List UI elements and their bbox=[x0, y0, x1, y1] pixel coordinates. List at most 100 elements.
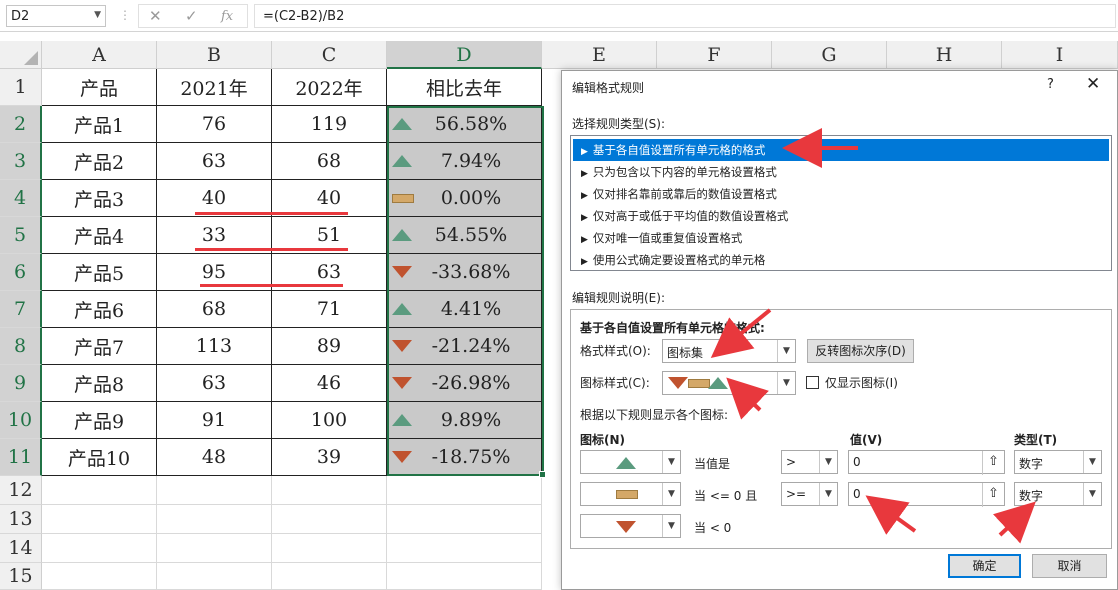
name-box[interactable]: D2 ▼ bbox=[6, 5, 106, 27]
rule-type-list[interactable]: ▶ 基于各自值设置所有单元格的格式 ▶ 只为包含以下内容的单元格设置格式 ▶ 仅对排名… bbox=[570, 135, 1112, 271]
table-cell[interactable]: 54.55% bbox=[387, 217, 542, 254]
table-cell[interactable]: 产品5 bbox=[42, 254, 157, 291]
column-header-e[interactable]: E bbox=[542, 41, 657, 69]
chevron-down-icon[interactable]: ▼ bbox=[777, 372, 795, 394]
table-cell[interactable]: -33.68% bbox=[387, 254, 542, 291]
table-cell[interactable]: 9.89% bbox=[387, 402, 542, 439]
table-cell[interactable]: 91 bbox=[157, 402, 272, 439]
row-header-9[interactable]: 9 bbox=[0, 365, 42, 402]
table-cell[interactable]: 产品6 bbox=[42, 291, 157, 328]
table-cell[interactable]: 0.00% bbox=[387, 180, 542, 217]
table-cell[interactable]: 产品8 bbox=[42, 365, 157, 402]
table-cell[interactable] bbox=[272, 534, 387, 563]
reverse-icon-order-button[interactable]: 反转图标次序(D) bbox=[807, 339, 914, 363]
table-cell[interactable]: 46 bbox=[272, 365, 387, 402]
rule-type-item[interactable]: ▶ 基于各自值设置所有单元格的格式 bbox=[573, 139, 1109, 161]
table-cell[interactable]: 产品10 bbox=[42, 439, 157, 476]
rule-icon-select[interactable]: ▼ bbox=[580, 482, 681, 506]
row-header-14[interactable]: 14 bbox=[0, 534, 42, 563]
table-cell[interactable] bbox=[157, 505, 272, 534]
rule-type-item[interactable]: ▶ 仅对排名靠前或靠后的数值设置格式 bbox=[573, 183, 1109, 205]
select-all-button[interactable] bbox=[0, 41, 42, 69]
table-cell[interactable]: 48 bbox=[157, 439, 272, 476]
row-header-12[interactable]: 12 bbox=[0, 476, 42, 505]
cancel-icon[interactable]: ✕ bbox=[149, 7, 162, 25]
row-header-10[interactable]: 10 bbox=[0, 402, 42, 439]
table-cell[interactable]: 100 bbox=[272, 402, 387, 439]
rule-type-item[interactable]: ▶ 仅对唯一值或重复值设置格式 bbox=[573, 227, 1109, 249]
format-style-select[interactable]: 图标集 ▼ bbox=[662, 339, 796, 363]
chevron-down-icon[interactable]: ▼ bbox=[662, 451, 680, 473]
table-cell[interactable] bbox=[157, 563, 272, 590]
table-cell[interactable]: 63 bbox=[157, 143, 272, 180]
rule-type-item[interactable]: ▶ 使用公式确定要设置格式的单元格 bbox=[573, 249, 1109, 271]
upload-icon[interactable]: ⇧ bbox=[982, 483, 1004, 507]
chevron-down-icon[interactable]: ▼ bbox=[662, 515, 680, 537]
column-header-h[interactable]: H bbox=[887, 41, 1002, 69]
table-cell[interactable] bbox=[387, 563, 542, 590]
rule-icon-select[interactable]: ▼ bbox=[580, 450, 681, 474]
table-cell[interactable] bbox=[387, 476, 542, 505]
table-cell[interactable] bbox=[272, 505, 387, 534]
close-icon[interactable]: ✕ bbox=[1086, 74, 1100, 94]
column-header-a[interactable]: A bbox=[42, 41, 157, 69]
table-cell[interactable]: 7.94% bbox=[387, 143, 542, 180]
chevron-down-icon[interactable]: ▼ bbox=[662, 483, 680, 505]
table-cell[interactable]: 68 bbox=[272, 143, 387, 180]
chevron-down-icon[interactable]: ▼ bbox=[94, 10, 101, 20]
column-header-f[interactable]: F bbox=[657, 41, 772, 69]
column-header-g[interactable]: G bbox=[772, 41, 887, 69]
cancel-button[interactable]: 取消 bbox=[1032, 554, 1107, 578]
table-cell[interactable] bbox=[157, 534, 272, 563]
table-cell[interactable]: -26.98% bbox=[387, 365, 542, 402]
type-select[interactable]: 数字 ▼ bbox=[1014, 450, 1102, 474]
column-header-i[interactable]: I bbox=[1002, 41, 1118, 69]
table-cell[interactable]: 产品 bbox=[42, 69, 157, 106]
formula-input[interactable]: =(C2-B2)/B2 bbox=[254, 4, 1116, 28]
table-cell[interactable]: 71 bbox=[272, 291, 387, 328]
row-header-6[interactable]: 6 bbox=[0, 254, 42, 291]
chevron-down-icon[interactable]: ▼ bbox=[1083, 483, 1101, 505]
table-cell[interactable] bbox=[387, 534, 542, 563]
table-cell[interactable]: -18.75% bbox=[387, 439, 542, 476]
table-cell[interactable]: 产品9 bbox=[42, 402, 157, 439]
table-cell[interactable]: 39 bbox=[272, 439, 387, 476]
table-cell[interactable] bbox=[272, 563, 387, 590]
fill-handle[interactable] bbox=[539, 471, 546, 478]
rule-icon-select[interactable]: ▼ bbox=[580, 514, 681, 538]
column-header-c[interactable]: C bbox=[272, 41, 387, 69]
row-header-1[interactable]: 1 bbox=[0, 69, 42, 106]
enter-icon[interactable]: ✓ bbox=[185, 7, 198, 25]
operator-select[interactable]: >= ▼ bbox=[781, 482, 838, 506]
show-icon-only-checkbox[interactable] bbox=[806, 376, 819, 389]
table-cell[interactable]: 产品3 bbox=[42, 180, 157, 217]
table-cell[interactable]: 相比去年 bbox=[387, 69, 542, 106]
row-header-13[interactable]: 13 bbox=[0, 505, 42, 534]
fx-icon[interactable]: fx bbox=[221, 9, 233, 24]
table-cell[interactable]: 产品4 bbox=[42, 217, 157, 254]
help-icon[interactable]: ? bbox=[1047, 77, 1054, 92]
table-cell[interactable] bbox=[272, 476, 387, 505]
type-select[interactable]: 数字 ▼ bbox=[1014, 482, 1102, 506]
table-cell[interactable]: 2022年 bbox=[272, 69, 387, 106]
value-input[interactable]: 0 ⇧ bbox=[848, 482, 1005, 507]
chevron-down-icon[interactable]: ▼ bbox=[777, 340, 795, 362]
table-cell[interactable]: -21.24% bbox=[387, 328, 542, 365]
table-cell[interactable]: 产品7 bbox=[42, 328, 157, 365]
rule-type-item[interactable]: ▶ 只为包含以下内容的单元格设置格式 bbox=[573, 161, 1109, 183]
table-cell[interactable]: 89 bbox=[272, 328, 387, 365]
table-cell[interactable] bbox=[157, 476, 272, 505]
table-cell[interactable]: 产品2 bbox=[42, 143, 157, 180]
row-header-15[interactable]: 15 bbox=[0, 563, 42, 590]
table-cell[interactable]: 产品1 bbox=[42, 106, 157, 143]
column-header-b[interactable]: B bbox=[157, 41, 272, 69]
row-header-11[interactable]: 11 bbox=[0, 439, 42, 476]
table-cell[interactable] bbox=[42, 505, 157, 534]
table-cell[interactable] bbox=[42, 534, 157, 563]
ok-button[interactable]: 确定 bbox=[948, 554, 1021, 578]
row-header-3[interactable]: 3 bbox=[0, 143, 42, 180]
table-cell[interactable]: 56.58% bbox=[387, 106, 542, 143]
table-cell[interactable]: 63 bbox=[157, 365, 272, 402]
icon-style-select[interactable]: ▼ bbox=[662, 371, 796, 395]
table-cell[interactable]: 113 bbox=[157, 328, 272, 365]
